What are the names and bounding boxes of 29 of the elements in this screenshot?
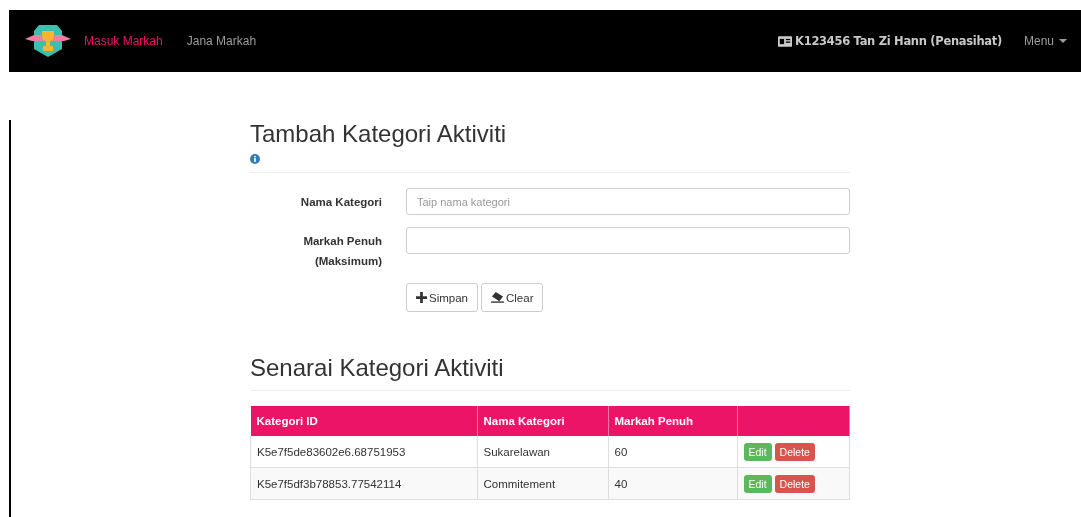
nav-link[interactable]: Masuk Markah	[84, 34, 163, 48]
field-label: Nama Kategori	[299, 195, 382, 210]
field-label: Markah Penuh (Maksimum)	[302, 234, 382, 269]
caret-icon	[1059, 39, 1067, 43]
table-cell: Sukarelawan	[477, 436, 608, 468]
delete-button[interactable]: Delete	[774, 474, 815, 493]
section-title: Senarai Kategori Aktiviti	[250, 354, 505, 382]
table-cell: 40	[608, 467, 737, 500]
nav-link[interactable]: Jana Markah	[186, 34, 257, 48]
table-cell: 60	[608, 436, 737, 468]
eraser-icon	[491, 292, 504, 303]
save-button[interactable]: Simpan	[406, 283, 478, 312]
input-field[interactable]: Taip nama kategori	[406, 188, 850, 215]
page-title: Tambah Kategori Aktiviti	[250, 120, 508, 148]
column-header: Nama Kategori	[477, 406, 608, 436]
delete-button[interactable]: Delete	[774, 442, 815, 461]
clear-button[interactable]: Clear	[481, 283, 544, 312]
column-header: Kategori ID	[250, 406, 477, 436]
table-cell: Commitement	[477, 467, 608, 500]
id-card-icon	[778, 35, 793, 47]
table-cell: K5e7f5df3b78853.77542114	[250, 467, 477, 500]
table-cell: K5e7f5de83602e6.68751953	[250, 436, 477, 468]
trophy-badge-logo[interactable]	[24, 23, 72, 59]
info-icon[interactable]	[250, 154, 260, 164]
menu-dropdown[interactable]: Menu	[1023, 34, 1067, 48]
plus-icon	[416, 292, 427, 303]
input-field[interactable]	[406, 227, 850, 254]
user-name[interactable]: K123456 Tan Zi Hann (Penasihat)	[795, 34, 1002, 48]
column-header: Markah Penuh	[608, 406, 737, 436]
